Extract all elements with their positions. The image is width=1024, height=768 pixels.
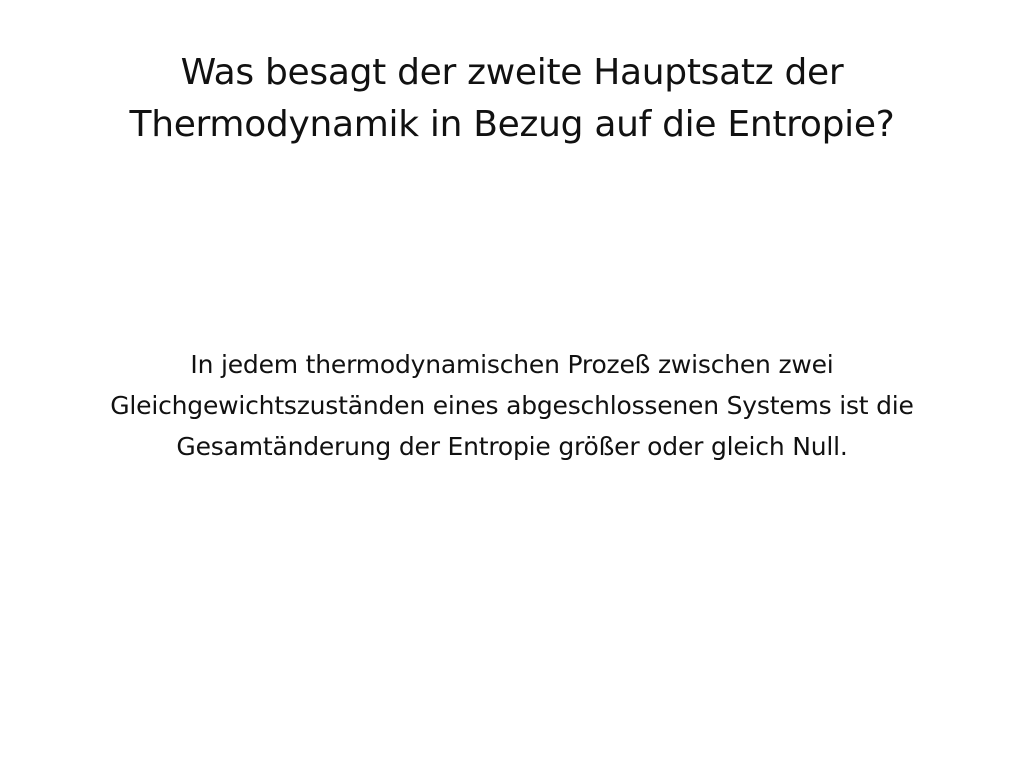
question-text: Was besagt der zweite Hauptsatz der Ther…	[129, 52, 895, 145]
answer-text: In jedem thermodynamischen Prozeß zwisch…	[110, 350, 914, 461]
